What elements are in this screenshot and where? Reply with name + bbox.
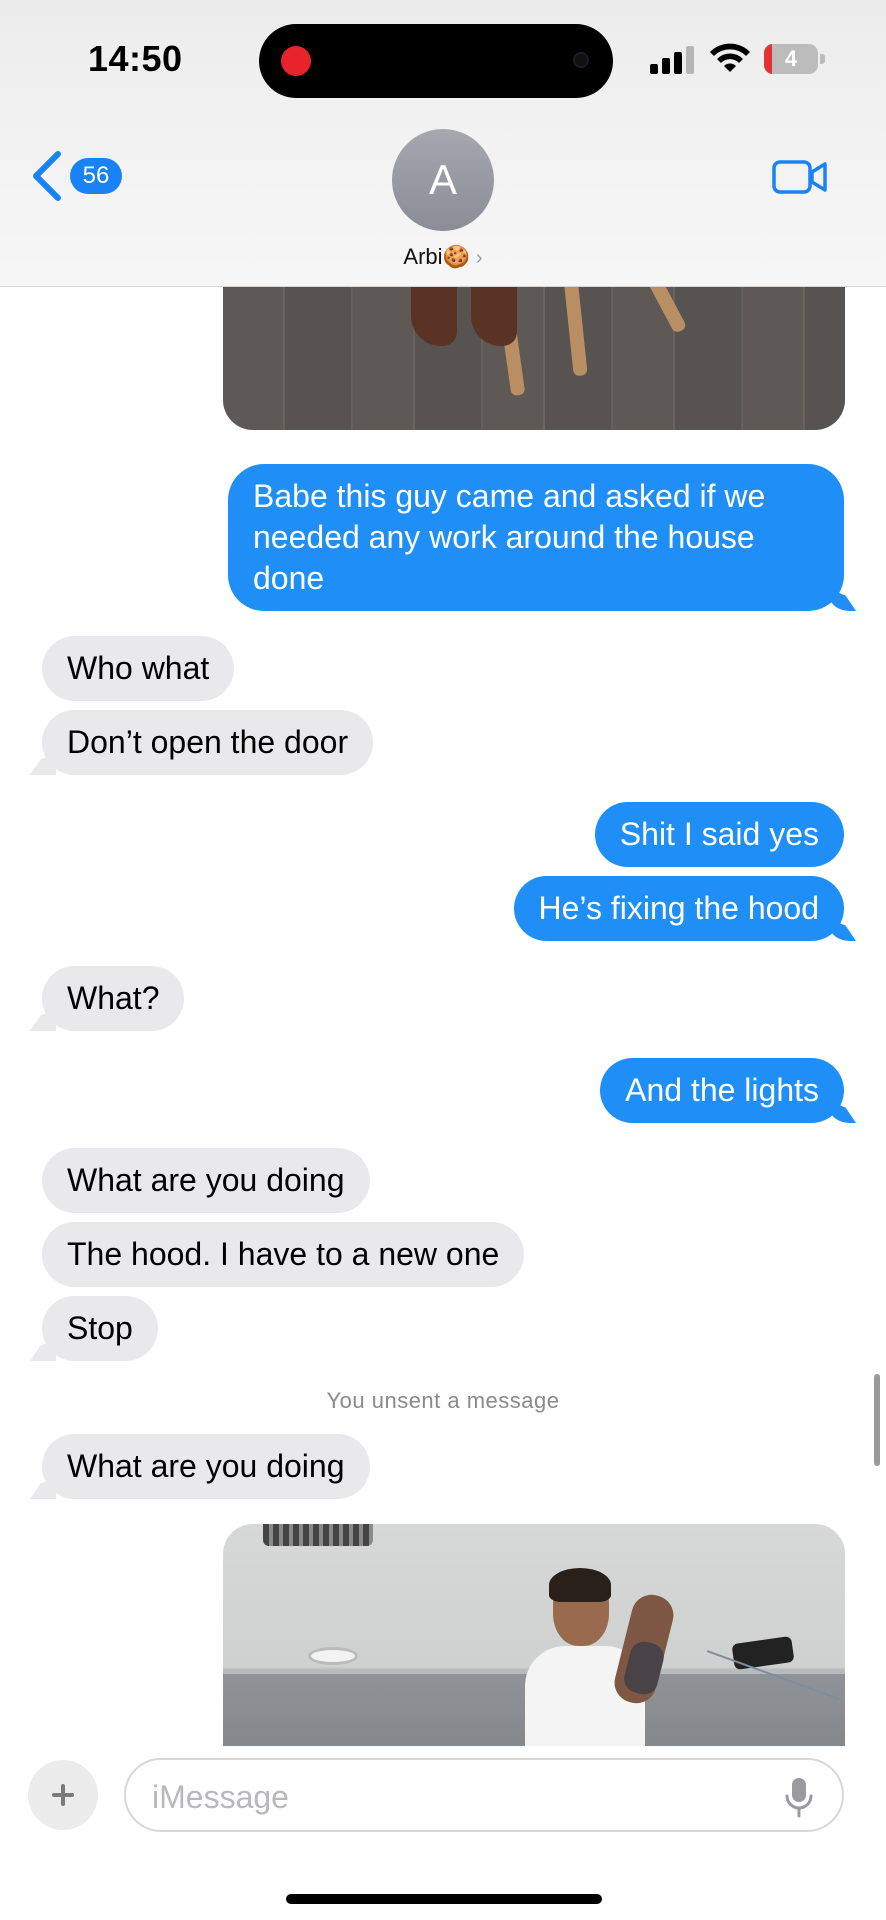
plus-icon[interactable] — [28, 1760, 98, 1830]
chevron-left-icon[interactable] — [28, 150, 68, 202]
conversation-header: 14:50 4 56 A Arbi🍪 › — [0, 0, 886, 287]
message-bubble-outgoing[interactable]: He’s fixing the hood — [513, 876, 844, 941]
message-bubble-incoming[interactable]: The hood. I have to a new one — [42, 1222, 525, 1287]
front-camera-icon — [575, 54, 587, 66]
unread-count-badge[interactable]: 56 — [70, 158, 122, 194]
image-message[interactable] — [223, 1524, 845, 1746]
boot — [411, 286, 457, 346]
message-bubble-incoming[interactable]: Stop — [42, 1296, 158, 1361]
wifi-icon — [710, 43, 750, 72]
message-bubble-incoming[interactable]: Who what — [42, 636, 235, 701]
message-bubble-outgoing[interactable]: And the lights — [600, 1058, 844, 1123]
contact-name: Arbi🍪 — [403, 244, 470, 269]
message-bubble-outgoing[interactable]: Shit I said yes — [594, 802, 844, 867]
chair-leg — [632, 286, 688, 335]
video-camera-icon[interactable] — [772, 158, 828, 196]
chair-leg — [560, 286, 588, 377]
person-hair — [549, 1568, 611, 1602]
message-thread[interactable]: Babe this guy came and asked if we neede… — [0, 286, 886, 1746]
message-bubble-incoming[interactable]: What are you doing — [42, 1148, 370, 1213]
message-bubble-incoming[interactable]: What? — [42, 966, 185, 1031]
ceiling-vent — [263, 1524, 373, 1546]
ceiling-light — [311, 1650, 355, 1662]
status-time: 14:50 — [88, 38, 183, 79]
boot — [471, 286, 517, 346]
scrollbar[interactable] — [874, 1374, 880, 1466]
chevron-right-icon: › — [475, 247, 483, 269]
recording-indicator-icon — [281, 46, 311, 76]
home-indicator[interactable] — [286, 1894, 602, 1904]
contact-name-row[interactable]: Arbi🍪 › — [0, 244, 886, 270]
battery-percent: 4 — [784, 46, 798, 71]
microphone-icon[interactable] — [784, 1776, 814, 1818]
message-bubble-incoming[interactable]: What are you doing — [42, 1434, 370, 1499]
image-message[interactable] — [223, 286, 845, 430]
battery-icon: 4 — [764, 44, 826, 74]
imessage-input[interactable] — [150, 1774, 754, 1820]
contact-avatar[interactable]: A — [392, 129, 494, 231]
cellular-signal-icon — [650, 46, 696, 74]
unsent-message-note: You unsent a message — [326, 1388, 560, 1413]
message-bubble-outgoing[interactable]: Babe this guy came and asked if we neede… — [228, 464, 844, 611]
dynamic-island — [259, 24, 613, 98]
light-fixture — [731, 1635, 795, 1671]
message-composer — [0, 1746, 886, 1920]
imessage-input-field[interactable] — [124, 1758, 844, 1832]
message-bubble-incoming[interactable]: Don’t open the door — [42, 710, 374, 775]
